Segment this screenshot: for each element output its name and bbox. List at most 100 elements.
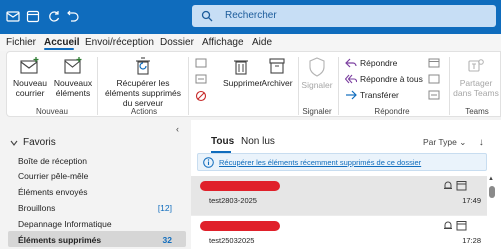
folder-label: Boîte de réception (18, 156, 87, 166)
forward-label: Transférer (360, 90, 399, 100)
report-label: Signaler (301, 80, 333, 90)
message-subject: test2803-2025 (209, 196, 257, 205)
favorites-label: Favoris (23, 137, 56, 148)
delete-label: Supprimer (223, 78, 263, 88)
message-row[interactable]: test2803-2025 17:49 (191, 176, 487, 216)
archive-label: Archiver (261, 78, 293, 88)
new-items-button[interactable]: Nouveaux éléments (51, 56, 95, 98)
new-items-icon (64, 57, 82, 74)
tab-fichier[interactable]: Fichier (6, 37, 36, 48)
group-label-new: Nouveau (35, 107, 69, 116)
ribbon-tabs: Fichier Accueil Envoi/réception Dossier … (0, 34, 501, 51)
recover-info-bar[interactable]: Récupérer les éléments récemment supprim… (197, 153, 487, 171)
im-icon[interactable] (428, 74, 440, 84)
undo-icon[interactable] (66, 9, 80, 23)
recover-deleted-label: Récupérer les éléments supprimés du serv… (104, 78, 182, 108)
message-list: Tous Non lus Par Type ⌄ ↓ Récupérer les … (191, 120, 501, 249)
folder-clutter[interactable]: Courrier pêle-mêle (18, 171, 178, 181)
folder-count: 32 (162, 235, 172, 245)
cleanup-icon[interactable] (195, 74, 207, 84)
favorites-header[interactable]: Favoris (10, 137, 56, 148)
recover-deleted-button[interactable]: Récupérer les éléments supprimés du serv… (101, 56, 185, 108)
share-teams-button[interactable]: Partager dans Teams (452, 56, 500, 98)
sort-direction-icon[interactable]: ↓ (479, 137, 484, 148)
new-mail-button[interactable]: Nouveau courrier (10, 56, 50, 98)
title-bar: Rechercher (0, 0, 501, 34)
collapse-pane-icon[interactable]: ‹ (176, 124, 179, 134)
share-teams-label: Partager dans Teams (453, 78, 499, 98)
folder-sent[interactable]: Éléments envoyés (18, 187, 178, 197)
meeting-icon[interactable] (428, 58, 440, 68)
delete-button[interactable]: Supprimer (223, 56, 263, 88)
junk-icon[interactable] (195, 90, 209, 102)
calendar-icon[interactable] (26, 9, 40, 23)
ribbon-separator (338, 57, 339, 115)
chevron-down-icon (10, 140, 18, 146)
tab-accueil[interactable]: Accueil (44, 37, 80, 48)
new-mail-icon (20, 57, 39, 74)
sync-icon[interactable] (47, 9, 61, 23)
message-row[interactable]: test25032025 17:28 (191, 216, 487, 249)
forward-icon (346, 90, 357, 100)
search-placeholder: Rechercher (225, 10, 277, 21)
reply-button[interactable]: Répondre (345, 58, 397, 68)
chevron-down-icon: ⌄ (459, 137, 467, 147)
report-button[interactable]: Signaler (299, 56, 335, 90)
folder-label: Éléments envoyés (18, 187, 88, 197)
new-mail-label: Nouveau courrier (12, 78, 48, 98)
ribbon: Nouveau courrier Nouveaux éléments Nouve… (6, 51, 501, 117)
bell-icon[interactable] (443, 220, 453, 231)
calendar-icon (456, 221, 467, 231)
reply-all-label: Répondre à tous (360, 74, 423, 84)
reply-all-button[interactable]: Répondre à tous (345, 74, 423, 84)
teams-icon (468, 59, 484, 72)
calendar-icon (456, 181, 467, 191)
folder-inbox[interactable]: Boîte de réception (18, 156, 178, 166)
message-time: 17:49 (462, 196, 481, 205)
reply-all-icon (345, 74, 357, 84)
sort-dropdown[interactable]: Par Type ⌄ ↓ (423, 137, 484, 148)
ignore-icon[interactable] (195, 58, 207, 68)
bell-icon[interactable] (443, 180, 453, 191)
folder-deleted[interactable]: Éléments supprimés 32 (18, 235, 178, 245)
forward-button[interactable]: Transférer (345, 90, 399, 100)
recover-info-link[interactable]: Récupérer les éléments récemment supprim… (219, 158, 421, 167)
group-label-teams: Teams (465, 107, 489, 116)
redacted-sender (200, 181, 280, 191)
group-label-actions: Actions (130, 107, 158, 116)
trash-icon (234, 60, 248, 75)
message-subject: test25032025 (209, 236, 255, 245)
shield-icon (309, 57, 325, 77)
ribbon-separator (449, 57, 450, 115)
folder-label: Depannage Informatique (18, 219, 112, 229)
new-items-label: Nouveaux éléments (53, 78, 93, 98)
scroll-up-icon[interactable]: ▲ (488, 176, 494, 182)
tab-dossier[interactable]: Dossier (160, 37, 194, 48)
folder-depannage[interactable]: Depannage Informatique (18, 219, 178, 229)
recover-bin-icon (136, 57, 150, 75)
archive-button[interactable]: Archiver (259, 56, 295, 88)
folder-label: Courrier pêle-mêle (18, 171, 89, 181)
tab-all[interactable]: Tous (211, 136, 234, 147)
ribbon-separator (97, 57, 98, 115)
folder-label: Éléments supprimés (18, 235, 102, 245)
sort-label: Par Type (423, 137, 457, 147)
info-icon (203, 157, 214, 168)
tab-unread[interactable]: Non lus (241, 136, 275, 147)
more-respond-icon[interactable] (428, 90, 440, 100)
archive-icon (269, 58, 285, 74)
scrollbar[interactable]: ▲ (488, 176, 496, 249)
reply-label: Répondre (360, 58, 398, 68)
search-box[interactable]: Rechercher (192, 5, 496, 27)
folder-count: [12] (157, 203, 172, 213)
ribbon-separator (188, 57, 189, 115)
tab-envoi-reception[interactable]: Envoi/réception (85, 37, 154, 48)
message-time: 17:28 (462, 236, 481, 245)
folder-drafts[interactable]: Brouillons [12] (18, 203, 178, 213)
tab-aide[interactable]: Aide (252, 37, 272, 48)
group-label-report: Signaler (302, 107, 332, 116)
active-tab-indicator (44, 48, 74, 50)
tab-affichage[interactable]: Affichage (202, 37, 244, 48)
scrollbar-thumb[interactable] (489, 186, 495, 198)
group-label-respond: Répondre (374, 107, 410, 116)
